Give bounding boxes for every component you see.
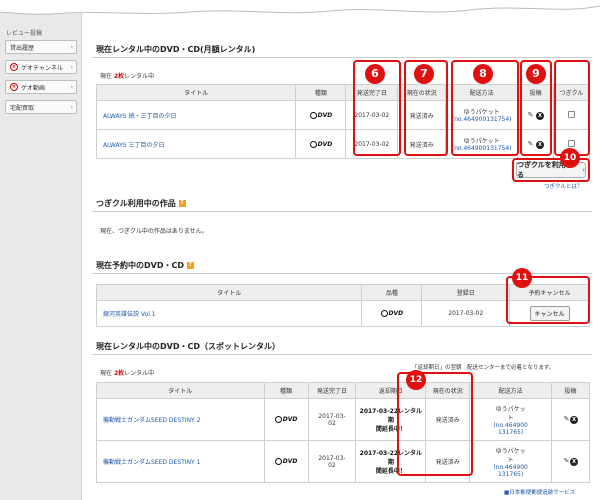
tracking-link[interactable]: (no.464900 131765)	[471, 422, 550, 436]
sidebar-item-label: ゲオチャンネル	[21, 64, 63, 72]
help-icon[interactable]: ?	[186, 262, 194, 269]
badge-8: 8	[473, 64, 493, 84]
main-content: 現在レンタル中のDVD・CD(月額レンタル) 現在 2枚レンタル中 タイトル 種…	[92, 0, 592, 500]
col-reg-date: 登録日	[421, 284, 511, 301]
sidebar-item-buyback[interactable]: 宅配買取 ›	[5, 100, 77, 114]
chevron-right-icon: ›	[70, 64, 73, 71]
table-row: 機動戦士ガンダムSEED DESTINY 1 DVD 2017-03- 02 20…	[96, 440, 590, 483]
sidebar-item-label: ゲオ動画	[21, 84, 46, 92]
title-link[interactable]: ALWAYS 三丁目の夕日	[95, 129, 297, 159]
col-type: 種類	[295, 84, 347, 101]
divider	[92, 211, 592, 212]
tracking-link[interactable]: (no.464900 131765)	[471, 464, 550, 478]
table-row: 機動戦士ガンダムSEED DESTINY 2 DVD 2017-03- 02 20…	[96, 398, 590, 441]
badge-10: 10	[560, 148, 580, 168]
spot-rental-table: タイトル 種類 発送完了日 返却期日 現在の状況 配送方法 投稿 機動戦士ガンダ…	[96, 382, 590, 483]
col-type: 品種	[361, 284, 423, 301]
sidebar-item-history[interactable]: 貸出履歴 ›	[5, 40, 77, 54]
pencil-icon[interactable]: ✎	[563, 457, 570, 465]
rental-count: 現在 2枚レンタル中	[100, 73, 155, 80]
sidebar-item-label: 貸出履歴	[10, 44, 35, 52]
rental-count: 現在 2枚レンタル中	[100, 370, 155, 377]
tsugikuru-help-link[interactable]: つぎクルとは？	[544, 182, 582, 190]
highlight-tsugikuru	[554, 60, 590, 156]
x-logo-icon[interactable]: X	[570, 458, 579, 466]
chevron-right-icon: ›	[70, 104, 73, 111]
close-circle-icon: ×	[10, 83, 18, 91]
dvd-icon: DVD	[263, 440, 309, 483]
col-title: タイトル	[96, 382, 265, 399]
title-link[interactable]: 銀河英雄伝説 Vol.1	[95, 300, 363, 327]
close-circle-icon: ×	[10, 63, 18, 71]
reg-date: 2017-03-02	[421, 300, 511, 327]
return-note: 「返却期日」の翌朝 配送センターまで必着となります。	[412, 365, 555, 371]
post-cell: ✎ X	[551, 440, 590, 483]
dvd-icon: DVD	[361, 300, 423, 327]
col-method: 配送方法	[469, 382, 553, 399]
badge-9: 9	[526, 64, 546, 84]
title-link[interactable]: 機動戦士ガンダムSEED DESTINY 1	[96, 440, 265, 483]
chevron-right-icon: ›	[70, 44, 73, 51]
col-type: 種類	[263, 382, 309, 399]
tsugikuru-empty-message: 現在、つぎクル中の作品はありません。	[100, 228, 208, 235]
sidebar-item-geo-video[interactable]: × ゲオ動画 ›	[5, 80, 77, 94]
section-title-spot-rental: 現在レンタル中のDVD・CD（スポットレンタル）	[96, 342, 280, 351]
help-icon[interactable]: ?	[178, 200, 186, 207]
col-title: タイトル	[95, 284, 363, 301]
torn-paper-edge	[0, 0, 600, 15]
highlight-due-date	[397, 372, 473, 476]
japan-post-tracking-link[interactable]: ■日本郵便郵便追跡サービス	[504, 488, 575, 496]
col-title: タイトル	[95, 84, 297, 101]
badge-12: 12	[406, 370, 426, 390]
ship-date: 2017-03-02	[307, 440, 357, 483]
ship-method: ゆうパケット (no.464900 131765)	[469, 398, 553, 441]
section-title-monthly-rental: 現在レンタル中のDVD・CD(月額レンタル)	[96, 45, 256, 54]
col-post: 投稿	[551, 382, 590, 399]
dvd-icon: DVD	[295, 129, 347, 159]
sidebar: レビュー投稿 貸出履歴 › × ゲオチャンネル › × ゲオ動画 › 宅配買取 …	[0, 0, 82, 500]
section-title-reservations: 現在予約中のDVD・CD ?	[96, 260, 194, 271]
title-link[interactable]: 機動戦士ガンダムSEED DESTINY 2	[96, 398, 265, 441]
x-logo-icon[interactable]: X	[570, 416, 579, 424]
ship-method: ゆうパケット (no.464900 131765)	[469, 440, 553, 483]
post-cell: ✎ X	[551, 398, 590, 441]
badge-11: 11	[512, 268, 532, 288]
title-link[interactable]: ALWAYS 続・三丁目の夕日	[95, 100, 297, 130]
badge-6: 6	[365, 64, 385, 84]
badge-7: 7	[414, 64, 434, 84]
col-ship-date: 発送完了日	[307, 382, 357, 399]
dvd-icon: DVD	[263, 398, 309, 441]
sidebar-item-label: 宅配買取	[10, 104, 35, 112]
chevron-right-icon: ›	[70, 84, 73, 91]
pencil-icon[interactable]: ✎	[563, 415, 570, 423]
section-title-tsugikuru: つぎクル利用中の作品 ?	[96, 198, 186, 209]
table-header: タイトル 種類 発送完了日 返却期日 現在の状況 配送方法 投稿	[96, 382, 590, 399]
divider	[92, 354, 592, 355]
ship-date: 2017-03-02	[307, 398, 357, 441]
dvd-icon: DVD	[295, 100, 347, 130]
sidebar-item-geo-channel[interactable]: × ゲオチャンネル ›	[5, 60, 77, 74]
divider	[92, 57, 592, 58]
sidebar-top-text: レビュー投稿	[6, 30, 43, 37]
